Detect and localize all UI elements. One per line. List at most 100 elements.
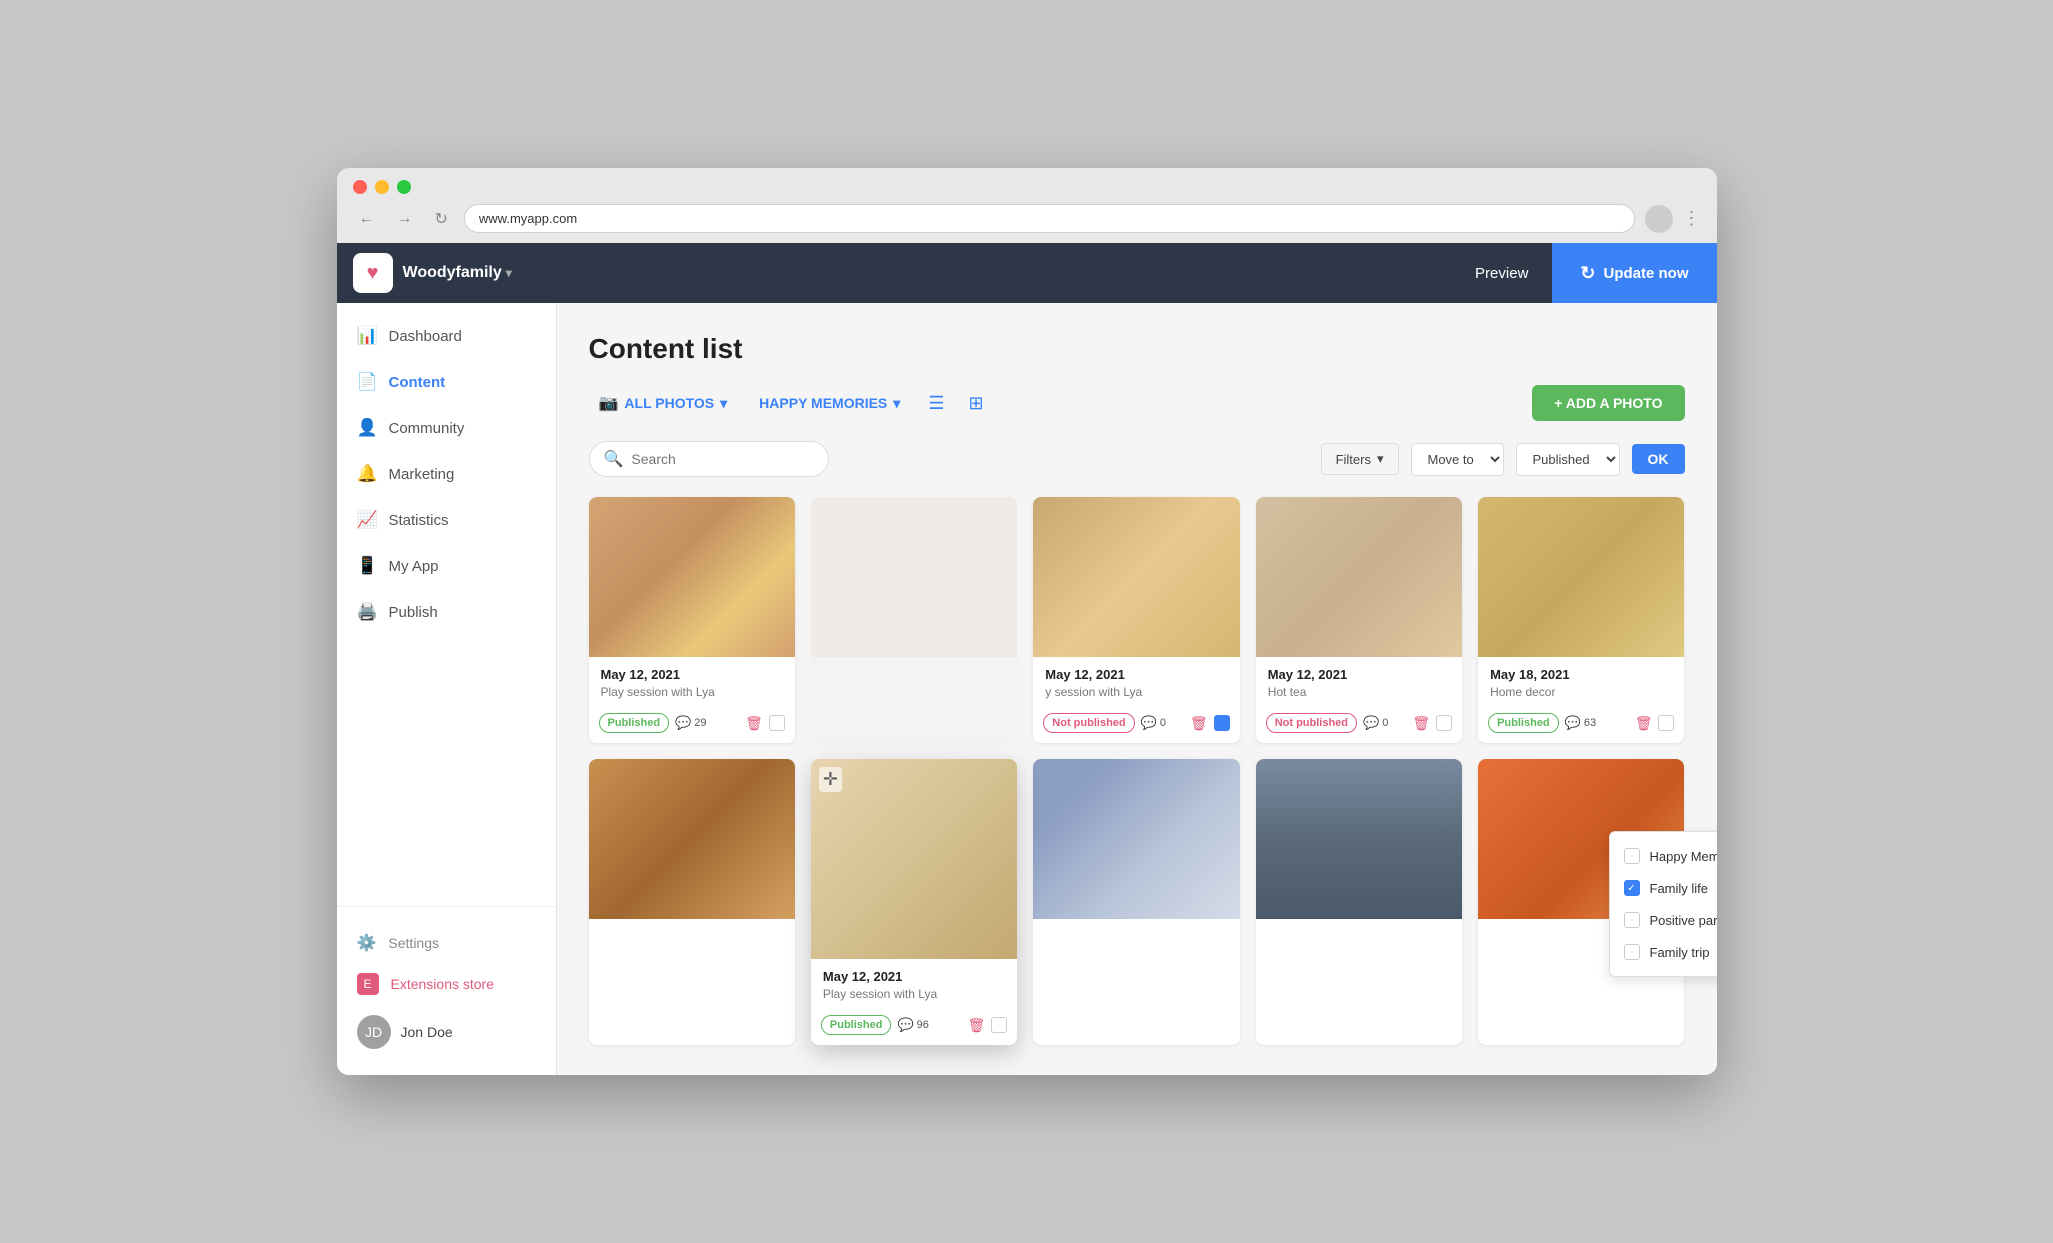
comment-icon-5: 💬 xyxy=(1565,715,1581,731)
update-now-button[interactable]: ↻ Update now xyxy=(1552,243,1716,303)
browser-window: ← → ↻ ⋮ ♥ Woodyfamily ▾ Preview ↻ Update… xyxy=(337,168,1717,1075)
filter-bar: 🔍 Filters ▾ Move to Published OK xyxy=(589,441,1685,477)
photo-date-2: May 12, 2021 xyxy=(823,969,1005,984)
sidebar-item-dashboard[interactable]: 📊 Dashboard xyxy=(337,313,556,359)
dropdown-item-happy-memories[interactable]: Happy Memories xyxy=(1610,840,1717,872)
delete-button-4[interactable]: 🗑 xyxy=(1412,715,1430,732)
filters-button[interactable]: Filters ▾ xyxy=(1321,443,1399,475)
dashboard-icon: 📊 xyxy=(357,326,377,346)
reload-button[interactable]: ↻ xyxy=(429,205,454,233)
sidebar-item-content[interactable]: 📄 Content xyxy=(337,359,556,405)
photo-date-5: May 18, 2021 xyxy=(1490,667,1672,682)
checkbox-positive-parenting[interactable] xyxy=(1624,912,1640,928)
photo-card-4: May 12, 2021 Hot tea Not published 💬 0 🗑 xyxy=(1256,497,1462,743)
photo-image-1 xyxy=(589,497,795,657)
back-button[interactable]: ← xyxy=(353,206,381,232)
status-select[interactable]: Published xyxy=(1516,443,1620,476)
photo-card-3: May 12, 2021 y session with Lya Not publ… xyxy=(1033,497,1239,743)
album-filter[interactable]: HAPPY MEMORIES ▾ xyxy=(749,389,910,418)
page-title: Content list xyxy=(589,333,1685,365)
moveto-select[interactable]: Move to xyxy=(1411,443,1504,476)
search-icon: 🔍 xyxy=(604,449,624,469)
app-logo: ♥ xyxy=(353,253,393,293)
comment-count-1: 💬 29 xyxy=(675,715,706,731)
settings-gear-icon: ⚙️ xyxy=(357,933,377,953)
dropdown-chevron-icon: ▾ xyxy=(506,266,512,280)
sidebar-item-myapp[interactable]: 📱 My App xyxy=(337,543,556,589)
sidebar-item-publish[interactable]: 🖨️ Publish xyxy=(337,589,556,635)
status-badge-1: Published xyxy=(599,713,670,733)
close-dot[interactable] xyxy=(353,180,367,194)
sidebar-item-marketing[interactable]: 🔔 Marketing xyxy=(337,451,556,497)
select-checkbox-1[interactable] xyxy=(769,715,785,731)
add-photo-button[interactable]: + ADD A PHOTO xyxy=(1532,385,1684,421)
photo-image-9 xyxy=(1256,759,1462,919)
user-avatar: JD xyxy=(357,1015,391,1049)
sidebar-settings[interactable]: ⚙️ Settings xyxy=(337,923,556,963)
camera-icon: 📷 xyxy=(599,393,619,413)
app-name-label[interactable]: Woodyfamily ▾ xyxy=(403,264,512,282)
browser-dots xyxy=(353,180,1701,194)
delete-button-5[interactable]: 🗑 xyxy=(1635,715,1653,732)
photo-caption-2: Play session with Lya xyxy=(823,987,1005,1001)
maximize-dot[interactable] xyxy=(397,180,411,194)
search-input[interactable] xyxy=(631,451,811,467)
comment-count-3: 💬 0 xyxy=(1141,715,1166,731)
preview-button[interactable]: Preview xyxy=(1451,243,1552,303)
app-container: ♥ Woodyfamily ▾ Preview ↻ Update now xyxy=(337,243,1717,1075)
forward-button[interactable]: → xyxy=(391,206,419,232)
checkbox-family-life[interactable]: ✓ xyxy=(1624,880,1640,896)
minimize-dot[interactable] xyxy=(375,180,389,194)
delete-button-3[interactable]: 🗑 xyxy=(1190,715,1208,732)
photo-date-1: May 12, 2021 xyxy=(601,667,783,682)
sidebar-item-community[interactable]: 👤 Community xyxy=(337,405,556,451)
refresh-icon: ↻ xyxy=(1580,263,1595,284)
app-navbar: ♥ Woodyfamily ▾ Preview ↻ Update now xyxy=(337,243,1717,303)
photo-image-5 xyxy=(1478,497,1684,657)
content-toolbar: 📷 ALL PHOTOS ▾ HAPPY MEMORIES ▾ ☰ ⊞ + AD… xyxy=(589,385,1685,421)
grid-view-button[interactable]: ⊞ xyxy=(962,389,989,418)
photo-card-2-dragging[interactable]: ✛ May 12, 2021 Play session with Lya Pub… xyxy=(811,759,1017,1045)
checkbox-happy-memories[interactable] xyxy=(1624,848,1640,864)
select-checkbox-3[interactable] xyxy=(1214,715,1230,731)
checkbox-family-trip[interactable] xyxy=(1624,944,1640,960)
extensions-icon: E xyxy=(357,973,379,995)
photo-card-2-placeholder xyxy=(811,497,1017,743)
publish-icon: 🖨️ xyxy=(357,602,377,622)
all-photos-filter[interactable]: 📷 ALL PHOTOS ▾ xyxy=(589,387,738,419)
myapp-icon: 📱 xyxy=(357,556,377,576)
browser-toolbar: ← → ↻ ⋮ xyxy=(353,204,1701,243)
photo-image-3 xyxy=(1033,497,1239,657)
status-badge-5: Published xyxy=(1488,713,1559,733)
list-view-button[interactable]: ☰ xyxy=(922,389,950,418)
delete-button-1[interactable]: 🗑 xyxy=(745,715,763,732)
sidebar: 📊 Dashboard 📄 Content 👤 Community 🔔 Mark… xyxy=(337,303,557,1075)
photo-caption-5: Home decor xyxy=(1490,685,1672,699)
photo-card-5: May 18, 2021 Home decor Published 💬 63 🗑 xyxy=(1478,497,1684,743)
app-body: 📊 Dashboard 📄 Content 👤 Community 🔔 Mark… xyxy=(337,303,1717,1075)
select-checkbox-5[interactable] xyxy=(1658,715,1674,731)
statistics-icon: 📈 xyxy=(357,510,377,530)
comment-count-4: 💬 0 xyxy=(1363,715,1388,731)
url-bar[interactable] xyxy=(464,204,1635,233)
drag-handle-icon[interactable]: ✛ xyxy=(819,767,842,792)
select-checkbox-4[interactable] xyxy=(1436,715,1452,731)
moveto-dropdown: Happy Memories ✓ Family life Positive pa… xyxy=(1609,831,1717,977)
sidebar-nav: 📊 Dashboard 📄 Content 👤 Community 🔔 Mark… xyxy=(337,303,556,906)
browser-avatar xyxy=(1645,205,1673,233)
browser-menu-button[interactable]: ⋮ xyxy=(1683,208,1701,229)
photo-caption-4: Hot tea xyxy=(1268,685,1450,699)
delete-button-2[interactable]: 🗑 xyxy=(968,1017,986,1034)
dropdown-item-positive-parenting[interactable]: Positive parenting xyxy=(1610,904,1717,936)
dropdown-item-family-trip[interactable]: Family trip xyxy=(1610,936,1717,968)
user-name-label: Jon Doe xyxy=(401,1024,453,1040)
photo-card-1: May 12, 2021 Play session with Lya Publi… xyxy=(589,497,795,743)
ok-button[interactable]: OK xyxy=(1632,444,1685,474)
sidebar-item-statistics[interactable]: 📈 Statistics xyxy=(337,497,556,543)
sidebar-extensions[interactable]: E Extensions store xyxy=(337,963,556,1005)
comment-icon-4: 💬 xyxy=(1363,715,1379,731)
status-badge-2: Published xyxy=(821,1015,892,1035)
photo-date-4: May 12, 2021 xyxy=(1268,667,1450,682)
dropdown-item-family-life[interactable]: ✓ Family life xyxy=(1610,872,1717,904)
select-checkbox-2[interactable] xyxy=(991,1017,1007,1033)
